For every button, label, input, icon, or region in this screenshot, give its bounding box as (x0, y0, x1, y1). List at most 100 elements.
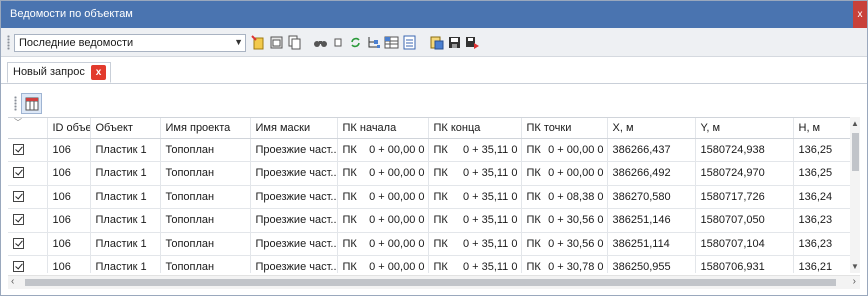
column-header-pk-start[interactable]: ПК начала (337, 118, 429, 139)
report-selector-value: Последние ведомости (19, 37, 134, 49)
row-checkbox-cell[interactable] (8, 232, 48, 256)
column-header-object[interactable]: Объект (90, 118, 161, 139)
cell-pk-end: ПК 0 + 35,11 0 (428, 138, 522, 162)
cell-y: 1580707,050 (695, 208, 794, 233)
scroll-left-icon[interactable]: ‹ (11, 276, 14, 287)
row-checkbox-cell[interactable] (8, 208, 48, 233)
cell-mask: Проезжие част... (250, 255, 338, 273)
cell-pk-point: ПК 0 + 00,00 0 (521, 138, 608, 162)
tab-close-button[interactable]: x (91, 65, 106, 80)
column-header-mask[interactable]: Имя маски (250, 118, 338, 139)
cell-pk-start: ПК 0 + 00,00 0 (337, 232, 429, 256)
table-row[interactable]: 106 Пластик 1 Топоплан Проезжие част... ПК 0 … (8, 161, 858, 186)
cell-h: 136,21 (793, 255, 858, 273)
column-header-check[interactable]: ﹀ (8, 118, 48, 139)
pk-offset: 0 (597, 143, 604, 156)
cell-object: Пластик 1 (90, 208, 161, 233)
cell-x: 386251,146 (607, 208, 696, 233)
table-row[interactable]: 106 Пластик 1 Топоплан Проезжие част... ПК 0 … (8, 185, 858, 209)
small-copy-icon[interactable] (330, 34, 346, 50)
horizontal-scroll-thumb[interactable] (25, 279, 836, 286)
tree-structure-icon[interactable] (365, 34, 381, 50)
column-chooser-icon[interactable] (21, 93, 42, 114)
vertical-scroll-thumb[interactable] (852, 133, 859, 171)
new-report-icon[interactable] (250, 34, 266, 50)
cell-object: Пластик 1 (90, 161, 161, 186)
export-icon[interactable] (428, 34, 444, 50)
cell-x: 386270,580 (607, 185, 696, 209)
save-icon[interactable] (446, 34, 462, 50)
window-close-button[interactable]: x (853, 1, 867, 28)
table-view-icon[interactable] (383, 34, 399, 50)
column-header-pk-point[interactable]: ПК точки (521, 118, 608, 139)
open-report-icon[interactable] (268, 34, 284, 50)
scroll-down-icon[interactable]: ▼ (851, 262, 859, 271)
cell-object: Пластик 1 (90, 255, 161, 273)
row-checkbox-cell[interactable] (8, 185, 48, 209)
tab-divider (1, 83, 867, 84)
table-row[interactable]: 106 Пластик 1 Топоплан Проезжие част... ПК 0 … (8, 208, 858, 233)
table-row[interactable]: 106 Пластик 1 Топоплан Проезжие част... ПК 0 … (8, 232, 858, 256)
row-checkbox-cell[interactable] (8, 161, 48, 186)
cell-mask: Проезжие част... (250, 161, 338, 186)
table-row[interactable]: 106 Пластик 1 Топоплан Проезжие част... ПК 0 … (8, 138, 858, 162)
cell-mask: Проезжие част... (250, 208, 338, 233)
row-checkbox[interactable] (13, 214, 24, 226)
chevron-down-icon[interactable]: ▼ (234, 37, 243, 47)
pk-offset: 0 (418, 190, 425, 203)
cell-pk-point: ПК 0 + 08,38 0 (521, 185, 608, 209)
column-header-y[interactable]: Y, м (695, 118, 794, 139)
vertical-scrollbar[interactable]: ▲ ▼ (850, 117, 860, 273)
row-checkbox[interactable] (13, 190, 24, 202)
cell-x: 386266,437 (607, 138, 696, 162)
pk-value: 0 + 30,78 (548, 261, 595, 273)
refresh-icon[interactable] (347, 34, 363, 50)
cell-pk-end: ПК 0 + 35,11 0 (428, 255, 522, 273)
pk-prefix: ПК (433, 237, 448, 250)
row-checkbox[interactable] (13, 143, 24, 155)
cell-pk-point: ПК 0 + 30,56 0 (521, 232, 608, 256)
cell-pk-end: ПК 0 + 35,11 0 (428, 208, 522, 233)
horizontal-scrollbar[interactable]: ‹ › (8, 275, 860, 289)
grid-toolbar (1, 87, 867, 115)
pk-value: 0 + 08,38 (548, 190, 595, 203)
cell-pk-point: ПК 0 + 00,00 0 (521, 161, 608, 186)
tab-new-query[interactable]: Новый запрос x (7, 62, 111, 83)
pk-prefix: ПК (342, 190, 357, 203)
scroll-right-icon[interactable]: › (853, 276, 856, 287)
table-row[interactable]: 106 Пластик 1 Топоплан Проезжие част... ПК 0 … (8, 255, 858, 273)
save-as-icon[interactable] (464, 34, 480, 50)
row-checkbox[interactable] (13, 167, 24, 179)
column-header-h[interactable]: H, м (793, 118, 858, 139)
find-icon[interactable] (312, 34, 328, 50)
list-view-icon[interactable] (401, 34, 417, 50)
pk-value: 0 + 00,00 (369, 143, 416, 156)
row-checkbox[interactable] (13, 261, 24, 273)
column-header-x[interactable]: X, м (607, 118, 696, 139)
cell-h: 136,24 (793, 185, 858, 209)
row-checkbox[interactable] (13, 237, 24, 249)
scroll-up-icon[interactable]: ▲ (851, 119, 859, 128)
column-header-pk-end[interactable]: ПК конца (428, 118, 522, 139)
toolbar-grip-icon[interactable] (7, 35, 10, 50)
copy-report-icon[interactable] (286, 34, 302, 50)
row-checkbox-cell[interactable] (8, 138, 48, 162)
pk-offset: 0 (597, 214, 604, 227)
cell-object: Пластик 1 (90, 138, 161, 162)
column-header-project[interactable]: Имя проекта (160, 118, 251, 139)
cell-h: 136,23 (793, 232, 858, 256)
grid-toolbar-grip-icon[interactable] (14, 96, 17, 111)
pk-value: 0 + 35,11 (462, 237, 509, 250)
column-header-id[interactable]: ID объе (47, 118, 91, 139)
pk-value: 0 + 00,00 (369, 261, 416, 273)
pk-value: 0 + 30,56 (548, 237, 595, 250)
pk-value: 0 + 35,11 (462, 214, 509, 227)
pk-prefix: ПК (526, 167, 541, 180)
cell-id: 106 (47, 255, 91, 273)
title-bar: Ведомости по объектам x (1, 1, 867, 28)
report-selector-dropdown[interactable]: Последние ведомости ▼ (14, 34, 246, 52)
row-checkbox-cell[interactable] (8, 255, 48, 273)
tab-strip: Новый запрос x (1, 58, 867, 83)
pk-prefix: ПК (433, 167, 448, 180)
pk-prefix: ПК (342, 143, 357, 156)
